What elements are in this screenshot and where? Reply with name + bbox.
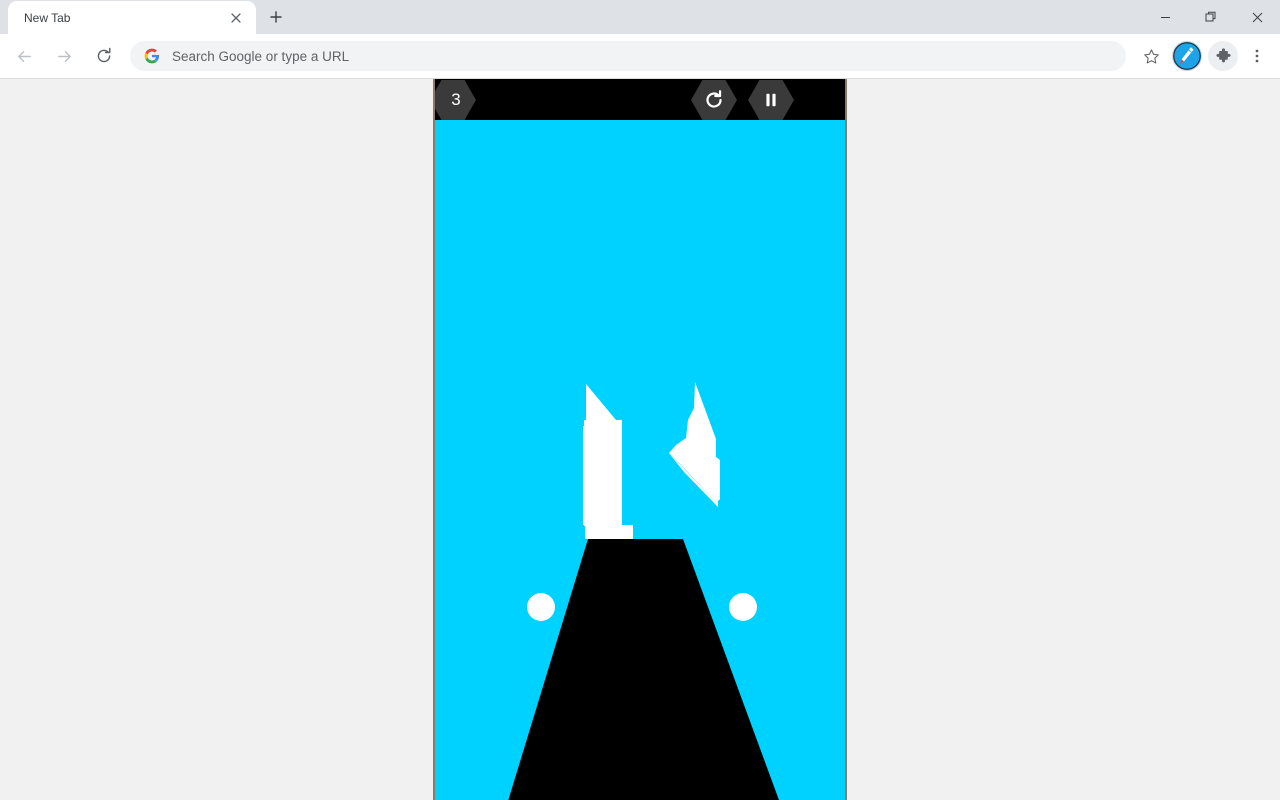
reload-icon[interactable] <box>87 39 121 73</box>
address-bar-input[interactable]: Search Google or type a URL <box>172 49 1112 64</box>
browser-toolbar: Search Google or type a URL <box>0 34 1280 79</box>
blade-left-hilt <box>584 420 622 526</box>
game-play-area[interactable] <box>435 120 845 800</box>
tab-title: New Tab <box>24 10 71 25</box>
blade-layer <box>583 382 720 539</box>
blade-right-piece <box>669 382 720 504</box>
back-icon[interactable] <box>7 39 41 73</box>
pause-button[interactable] <box>748 80 794 120</box>
page-viewport: 3 <box>0 79 1280 800</box>
browser-tab[interactable]: New Tab <box>8 1 256 34</box>
browser-window: New Tab Search Google or type a URL 3 <box>0 0 1280 800</box>
extensions-puzzle-icon[interactable] <box>1208 41 1238 71</box>
refresh-icon <box>706 90 722 108</box>
score-badge: 3 <box>435 80 476 120</box>
game-canvas[interactable]: 3 <box>433 79 847 800</box>
close-icon[interactable] <box>226 8 246 28</box>
window-close-icon[interactable] <box>1234 0 1280 34</box>
tab-strip: New Tab <box>0 0 1280 34</box>
window-controls <box>1142 0 1280 34</box>
profile-avatar[interactable] <box>1172 41 1202 71</box>
bookmark-star-icon[interactable] <box>1136 41 1166 71</box>
minimize-icon[interactable] <box>1142 0 1188 34</box>
chrome-menu-icon[interactable] <box>1242 41 1272 71</box>
address-bar[interactable]: Search Google or type a URL <box>130 41 1126 71</box>
blade-left-guard <box>585 524 621 539</box>
google-icon <box>144 48 160 64</box>
forward-icon[interactable] <box>47 39 81 73</box>
collectible-dot-right[interactable] <box>729 593 757 621</box>
game-header-bar: 3 <box>435 79 845 120</box>
restart-button[interactable] <box>691 80 737 120</box>
maximize-icon[interactable] <box>1188 0 1234 34</box>
collectible-dot-left[interactable] <box>527 593 555 621</box>
pause-icon <box>766 93 776 107</box>
new-tab-button[interactable] <box>262 3 290 31</box>
score-value: 3 <box>451 90 461 109</box>
